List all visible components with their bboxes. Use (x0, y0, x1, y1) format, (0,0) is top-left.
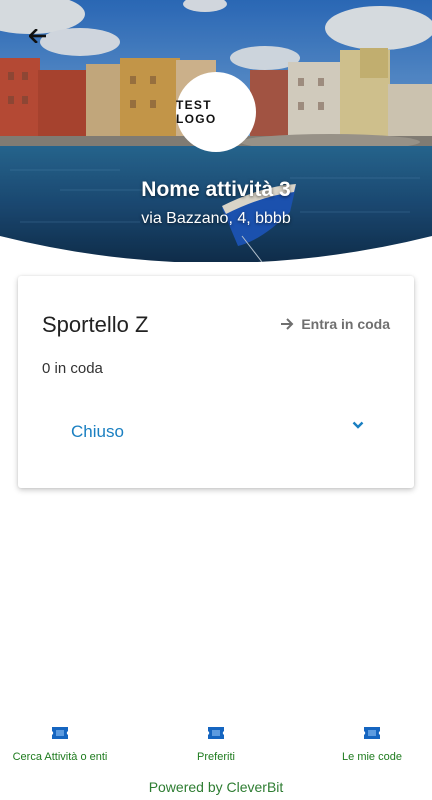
screen: TEST LOGO Nome attività 3 via Bazzano, 4… (0, 0, 432, 800)
nav-search-label: Cerca Attività o enti (12, 751, 108, 763)
arrow-right-icon (281, 318, 294, 330)
status-label: Chiuso (71, 422, 124, 441)
nav-my-queues[interactable]: Le mie code (312, 726, 432, 763)
join-queue-label: Entra in coda (301, 316, 390, 332)
ticket-icon (208, 727, 224, 739)
bottom-navigation: Cerca Attività o enti Preferiti Le mie c… (0, 726, 432, 776)
arrow-left-icon (29, 29, 46, 43)
join-queue-button[interactable]: Entra in coda (280, 316, 390, 332)
logo-text: TEST LOGO (176, 98, 217, 126)
business-name: Nome attività 3 (141, 178, 291, 201)
powered-by-footer: Powered by CleverBit (148, 779, 284, 795)
business-logo: TEST LOGO (176, 72, 256, 152)
nav-favorites[interactable]: Preferiti (156, 726, 276, 763)
ticket-icon (52, 727, 68, 739)
business-address: via Bazzano, 4, bbbb (141, 210, 291, 227)
status-expander[interactable]: Chiuso (42, 414, 390, 448)
chevron-down-icon (352, 421, 364, 429)
nav-favorites-label: Preferiti (197, 751, 235, 763)
hero-banner: TEST LOGO Nome attività 3 via Bazzano, 4… (0, 0, 432, 262)
service-title: Sportello Z (42, 312, 149, 337)
queue-count: 0 in coda (42, 360, 103, 377)
back-button[interactable] (26, 24, 50, 48)
service-card: Sportello Z Entra in coda 0 in coda Chiu… (18, 276, 414, 488)
nav-search-businesses[interactable]: Cerca Attività o enti (0, 726, 120, 763)
nav-my-queues-label: Le mie code (342, 751, 402, 763)
ticket-icon (364, 727, 380, 739)
